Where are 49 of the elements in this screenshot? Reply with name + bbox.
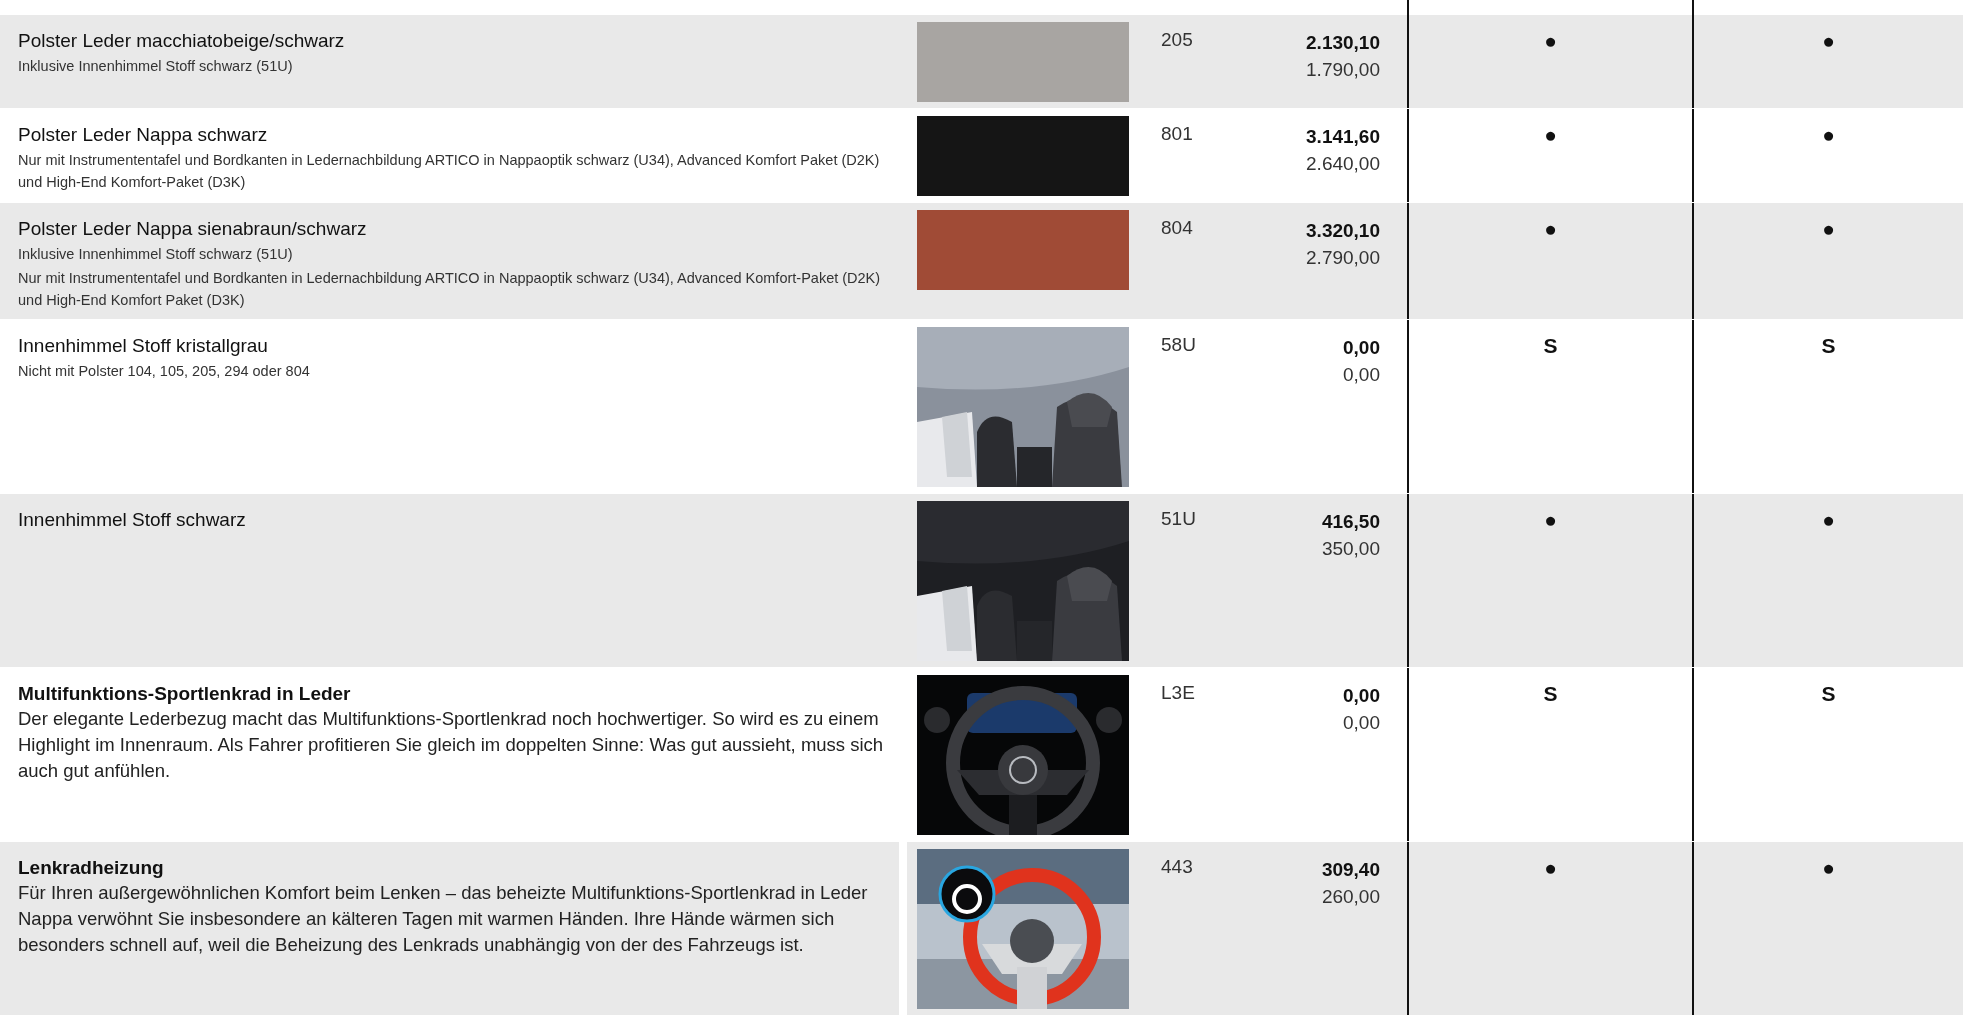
net-price: 0,00: [1342, 711, 1380, 735]
gross-price: 3.320,10: [1305, 219, 1380, 243]
item-title: Innenhimmel Stoff kristallgrau: [18, 334, 269, 358]
option-code: L3E: [1161, 682, 1195, 703]
item-note: Nur mit Instrumententafel und Bordkanten in Ledernachbildung ARTICO in Nappaoptik schwarz (U34), Advanced Komfort Paket (D2K) und High-End Komfort-Paket (D3K): [18, 151, 881, 192]
availability-mark: ●: [1544, 508, 1557, 532]
item-description: Der elegante Lederbezug macht das Multifunktions-Sportlenkrad noch hochwertiger. So wird es zu einem Highlight im Innenraum. Als Fahrer profitieren Sie gleich im doppelten Sinne: Was gut aussieht, muss sich auch gut anfühlen.: [18, 707, 885, 783]
availability-mark: S: [1821, 334, 1836, 358]
availability-mark: S: [1543, 682, 1558, 706]
item-note: Inklusive Innenhimmel Stoff schwarz (51U): [18, 57, 294, 76]
net-price: 2.640,00: [1305, 152, 1380, 176]
availability-mark: ●: [1822, 508, 1835, 532]
item-title: Lenkradheizung: [18, 856, 165, 880]
availability-mark: ●: [1544, 856, 1557, 880]
option-code: 801: [1161, 123, 1193, 144]
gross-price: 416,50: [1320, 510, 1380, 534]
item-description: Für Ihren außergewöhnlichen Komfort beim Lenken – das beheizte Multifunktions-Sportlenkrad in Leder Nappa verwöhnt Sie insbesondere an kälteren Tagen mit warmen Händen. Ihre Hände wärmen sich besonders schnell auf, weil die Beheizung des Lenkrads unabhängig von der des Fahrzeugs ist.: [18, 881, 869, 957]
availability-mark: ●: [1822, 856, 1835, 880]
availability-mark: S: [1543, 334, 1558, 358]
gross-price: 3.141,60: [1305, 125, 1380, 149]
availability-mark: S: [1821, 682, 1836, 706]
availability-mark: ●: [1822, 123, 1835, 147]
item-title: Polster Leder Nappa sienabraun/schwarz: [18, 217, 368, 241]
item-note: Inklusive Innenhimmel Stoff schwarz (51U): [18, 245, 294, 264]
item-title: Innenhimmel Stoff schwarz: [18, 508, 247, 532]
gross-price: 309,40: [1320, 858, 1380, 882]
option-code: 443: [1161, 856, 1193, 877]
item-title: Polster Leder Nappa schwarz: [18, 123, 269, 147]
gross-price: 2.130,10: [1305, 31, 1380, 55]
gross-price: 0,00: [1342, 336, 1380, 360]
item-note: Nicht mit Polster 104, 105, 205, 294 oder 804: [18, 362, 311, 381]
option-code: 804: [1161, 217, 1193, 238]
option-code: 58U: [1161, 334, 1196, 355]
option-code: 205: [1161, 29, 1193, 50]
net-price: 350,00: [1320, 537, 1380, 561]
item-title: Multifunktions-Sportlenkrad in Leder: [18, 682, 352, 706]
availability-mark: ●: [1544, 217, 1557, 241]
availability-mark: ●: [1544, 29, 1557, 53]
item-title: Polster Leder macchiatobeige/schwarz: [18, 29, 346, 53]
item-note: Nur mit Instrumententafel und Bordkanten in Ledernachbildung ARTICO in Nappaoptik schwarz (U34), Advanced Komfort-Paket (D2K) und High-End Komfort Paket (D3K): [18, 269, 882, 310]
availability-mark: ●: [1822, 217, 1835, 241]
option-code: 51U: [1161, 508, 1196, 529]
gross-price: 0,00: [1342, 684, 1380, 708]
availability-mark: ●: [1544, 123, 1557, 147]
net-price: 260,00: [1320, 885, 1380, 909]
net-price: 0,00: [1342, 363, 1380, 387]
availability-mark: ●: [1822, 29, 1835, 53]
net-price: 1.790,00: [1305, 58, 1380, 82]
net-price: 2.790,00: [1305, 246, 1380, 270]
